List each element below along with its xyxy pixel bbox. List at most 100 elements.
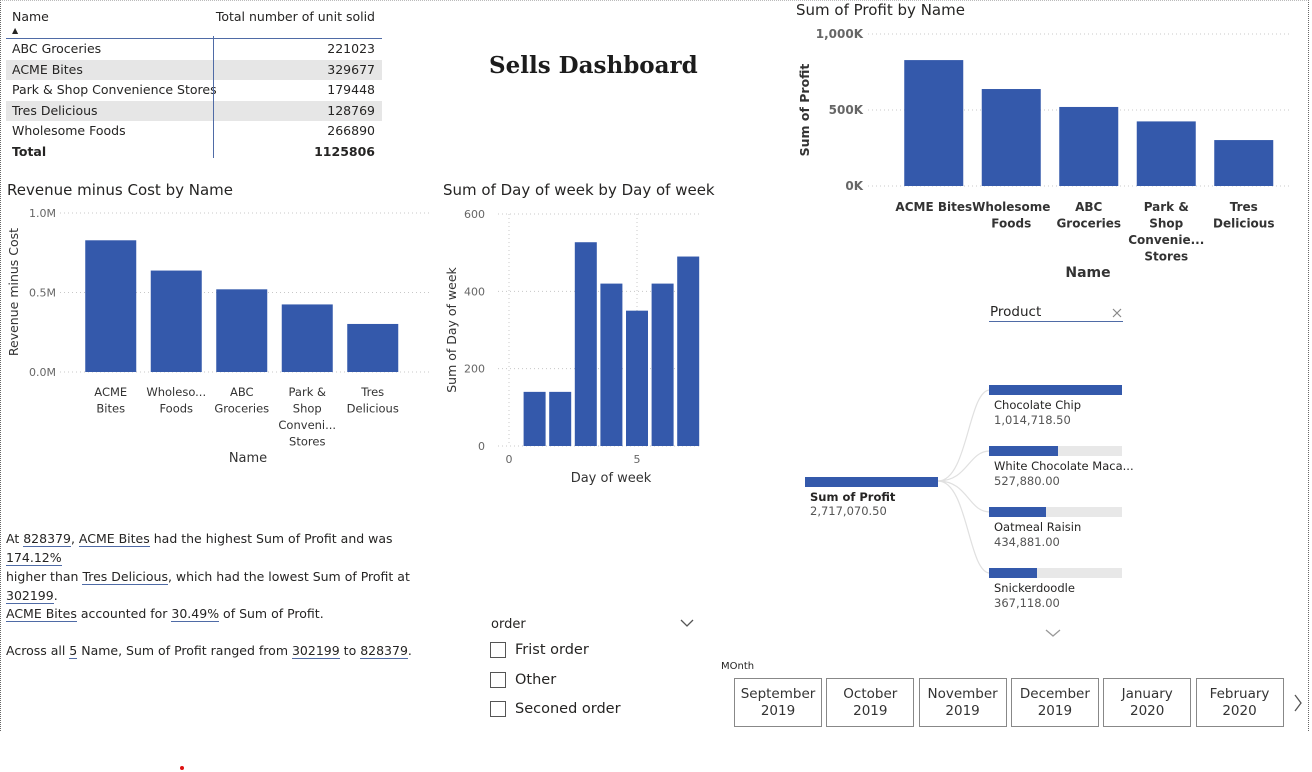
- y-tick-label: 400: [464, 285, 485, 298]
- order-option-frist[interactable]: Frist order: [490, 642, 589, 658]
- x-tick-label: 0: [506, 453, 513, 466]
- month-button[interactable]: September 2019: [734, 678, 822, 727]
- x-tick-label: ABC: [1075, 200, 1102, 214]
- month-name: January: [1121, 686, 1173, 702]
- decomp-node-bar[interactable]: [989, 446, 1058, 456]
- table-row[interactable]: Park & Shop Convenience Stores 179448: [6, 80, 382, 101]
- month-name: February: [1209, 686, 1270, 702]
- x-axis-title: Name: [1065, 265, 1110, 281]
- narr-text: accounted for: [76, 606, 172, 621]
- month-button[interactable]: February 2020: [1195, 678, 1284, 727]
- narr-value: ACME Bites: [78, 531, 150, 547]
- bar: [677, 256, 700, 446]
- bar: [626, 310, 648, 446]
- column-header-units[interactable]: Total number of unit solid: [216, 9, 375, 24]
- narr-text: , which had the lowest Sum of Profit at: [167, 569, 410, 584]
- y-tick-label: 0.0M: [29, 366, 56, 379]
- month-year: 2019: [1037, 703, 1073, 719]
- decomp-root-value: 2,717,070.50: [810, 504, 887, 518]
- narr-value: 30.49%: [171, 606, 220, 622]
- x-tick-label: Conveni...: [278, 418, 336, 432]
- checkbox[interactable]: [490, 701, 506, 717]
- narr-value: Tres Delicious: [82, 569, 168, 585]
- sort-ascending-icon[interactable]: ▲: [12, 26, 18, 35]
- month-button[interactable]: October 2019: [826, 678, 915, 727]
- decomp-node-label: Oatmeal Raisin: [994, 520, 1082, 534]
- x-axis-title: Day of week: [571, 471, 652, 486]
- x-tick-label: ACME Bites: [895, 200, 972, 214]
- red-dot: [180, 766, 184, 770]
- x-tick-label: Stores: [1144, 250, 1188, 264]
- table-row[interactable]: Wholesome Foods 266890: [6, 121, 382, 142]
- smart-narrative-p3: Across all 5 Name, Sum of Profit ranged …: [6, 641, 412, 660]
- month-button[interactable]: December 2019: [1010, 678, 1099, 727]
- x-tick-label: Groceries: [1056, 217, 1121, 231]
- narr-text: of Sum of Profit.: [219, 606, 324, 621]
- x-tick-label: Shop: [1149, 217, 1183, 231]
- y-tick-label: 0: [478, 440, 485, 453]
- chevron-right-icon[interactable]: [1293, 694, 1303, 712]
- y-tick-label: 1.0M: [29, 207, 56, 220]
- decomp-root-label: Sum of Profit: [810, 490, 896, 504]
- y-tick-label: 200: [464, 363, 485, 376]
- column-header-name[interactable]: Name: [12, 9, 49, 24]
- row-name: Tres Delicious: [12, 102, 98, 118]
- chart-title-dayofweek: Sum of Day of week by Day of week: [443, 181, 715, 199]
- x-tick-label: Park &: [289, 385, 327, 399]
- decomp-node-label: Chocolate Chip: [994, 398, 1082, 412]
- bar: [281, 304, 333, 372]
- decomp-node-bar[interactable]: [989, 568, 1037, 578]
- decomp-root-bar[interactable]: [805, 477, 938, 487]
- row-name: Wholesome Foods: [12, 123, 126, 138]
- table-row[interactable]: ACME Bites 329677: [6, 59, 382, 80]
- row-value: 179448: [327, 82, 375, 97]
- x-tick-label: Wholesome: [972, 200, 1050, 214]
- month-year: 2019: [945, 703, 980, 719]
- decomp-node-bar[interactable]: [989, 507, 1046, 517]
- x-tick-label: Wholeso...: [146, 385, 206, 399]
- narr-text: to: [339, 643, 361, 658]
- row-value: 128769: [327, 102, 375, 118]
- option-label: Other: [515, 672, 557, 688]
- month-year: 2020: [1130, 703, 1165, 719]
- x-axis-title: Name: [229, 451, 267, 466]
- month-year: 2019: [760, 703, 796, 719]
- month-button[interactable]: November 2019: [918, 678, 1007, 727]
- decomp-node-label: White Chocolate Maca...: [994, 459, 1134, 473]
- checkbox[interactable]: [490, 672, 506, 688]
- bar: [574, 242, 597, 446]
- revenue-minus-cost-chart[interactable]: 0.0M 0.5M 1.0M ACME Bites Wholeso... Foods ABC G…: [0, 200, 440, 475]
- bar: [904, 60, 964, 186]
- row-value: 329677: [327, 61, 375, 77]
- table-row[interactable]: Tres Delicious 128769: [6, 100, 382, 121]
- x-tick-label: Tres: [1230, 200, 1258, 214]
- close-icon[interactable]: [1112, 308, 1122, 318]
- x-tick-label: Delicious: [347, 402, 399, 416]
- x-tick-label: Delicious: [1213, 217, 1274, 231]
- option-label: Seconed order: [515, 701, 621, 717]
- y-tick-label: 0K: [845, 179, 863, 193]
- chevron-down-icon[interactable]: [1045, 628, 1061, 638]
- bar: [549, 391, 572, 446]
- day-of-week-chart[interactable]: 0 200 400 600 0 5 Day of week Sum of Day of wee…: [440, 200, 720, 500]
- units-sold-table: Name ▲ Total number of unit solid ABC Gr…: [6, 6, 382, 162]
- profit-by-name-chart[interactable]: 0K 500K 1,000K ACME Bites Wholesome Foods ABC G…: [790, 20, 1295, 290]
- x-tick-label: ABC: [230, 385, 254, 399]
- decomp-field-header[interactable]: Product: [990, 304, 1041, 320]
- decomp-node-bar[interactable]: [989, 385, 1122, 395]
- narr-value: ACME Bites: [6, 606, 77, 622]
- smart-narrative-p2: ACME Bites accounted for 30.49% of Sum o…: [6, 604, 324, 623]
- month-name: October: [843, 686, 898, 702]
- y-tick-label: 500K: [829, 103, 864, 117]
- order-option-other[interactable]: Other: [490, 672, 556, 688]
- decomp-node-value: 527,880.00: [994, 474, 1060, 488]
- table-row[interactable]: ABC Groceries 221023: [6, 39, 382, 60]
- y-axis-title: Sum of Day of week: [444, 266, 459, 392]
- month-button[interactable]: January 2020: [1103, 678, 1192, 727]
- x-tick-label: Shop: [293, 402, 322, 416]
- row-name: Park & Shop Convenience Stores: [12, 82, 217, 97]
- checkbox[interactable]: [490, 642, 506, 658]
- order-option-seconed[interactable]: Seconed order: [490, 701, 621, 717]
- order-slicer-title: order: [491, 617, 526, 632]
- chevron-down-icon[interactable]: [680, 618, 694, 628]
